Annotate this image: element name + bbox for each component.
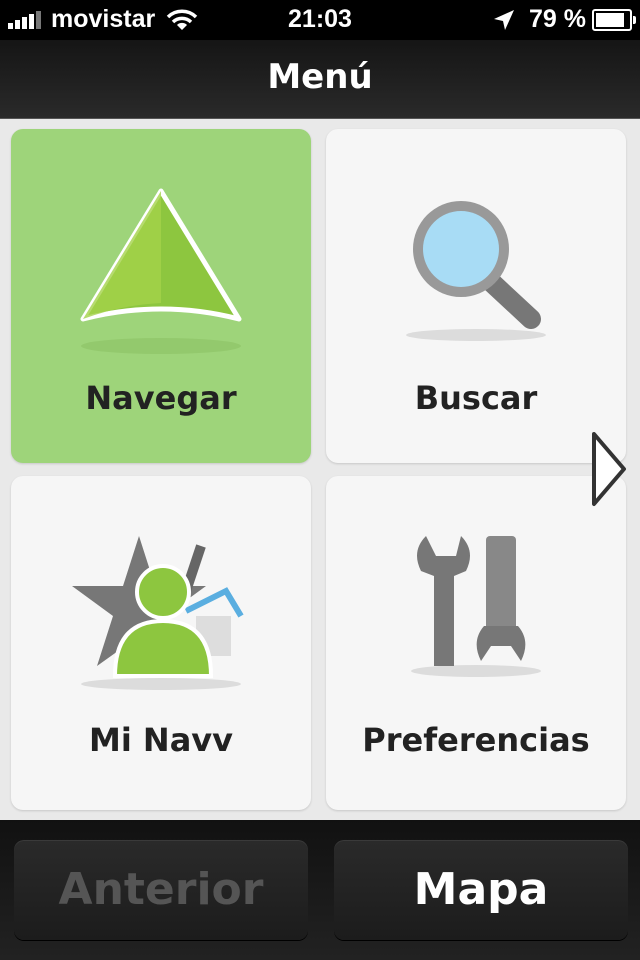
menu-tile-buscar[interactable]: Buscar xyxy=(326,129,626,463)
tile-label: Buscar xyxy=(414,379,538,417)
navigation-bar: Menú xyxy=(0,40,640,119)
bottom-toolbar: Anterior Mapa xyxy=(0,820,640,960)
battery-icon xyxy=(592,8,636,31)
tile-label: Mi Navv xyxy=(88,721,234,759)
tile-label: Preferencias xyxy=(362,721,590,759)
map-button[interactable]: Mapa xyxy=(334,840,628,940)
menu-tile-preferencias[interactable]: Preferencias xyxy=(326,476,626,810)
magnifier-icon xyxy=(406,201,546,341)
navigation-arrow-icon xyxy=(80,188,242,354)
previous-button[interactable]: Anterior xyxy=(14,840,308,940)
menu-tile-mi-navv[interactable]: Mi Navv xyxy=(11,476,311,810)
tile-label: Navegar xyxy=(85,379,237,417)
page-title: Menú xyxy=(267,57,373,97)
location-arrow-icon xyxy=(494,9,515,30)
user-favorites-icon xyxy=(72,536,244,690)
battery-percentage: 79 % xyxy=(529,5,586,33)
next-page-arrow-icon[interactable] xyxy=(584,429,632,509)
menu-grid: Navegar Buscar Mi Navv Preferencias xyxy=(0,119,640,820)
status-bar: movistar 21:03 79 % xyxy=(0,0,640,40)
menu-tile-navegar[interactable]: Navegar xyxy=(11,129,311,463)
wrench-tools-icon xyxy=(411,536,541,677)
